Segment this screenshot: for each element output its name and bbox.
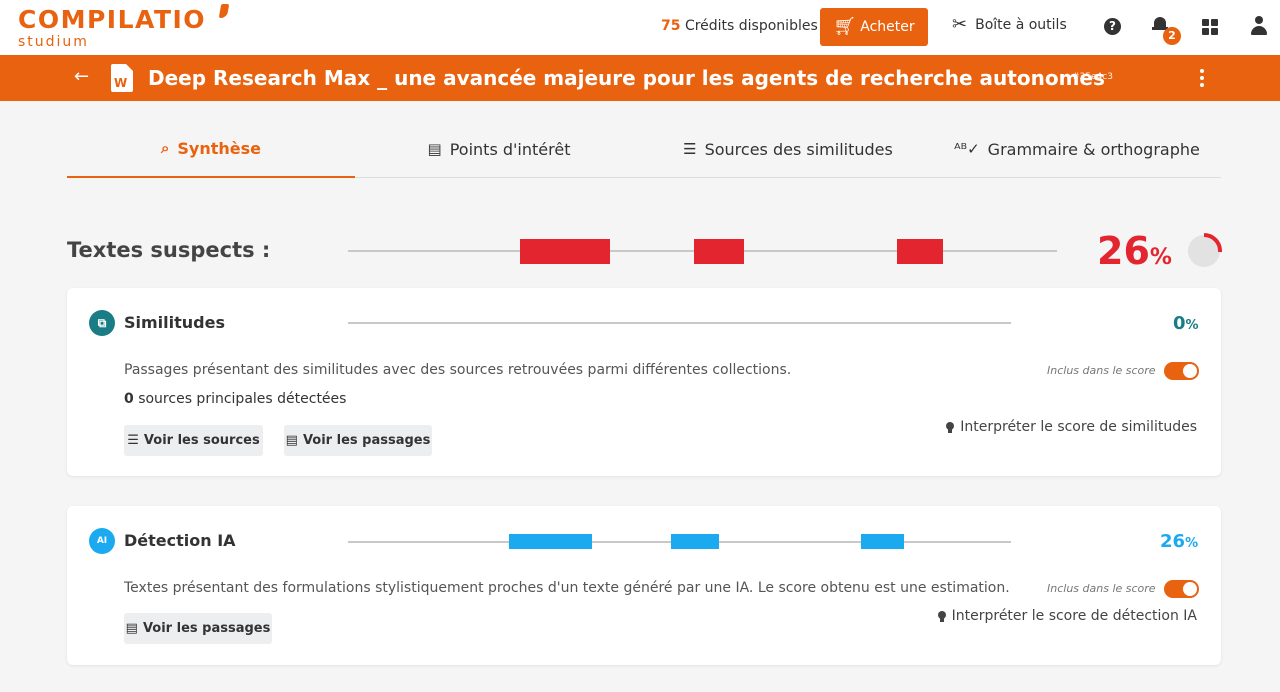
similitudes-score-value: 0: [1173, 313, 1186, 334]
list-icon: ☰: [127, 433, 139, 448]
document-title: Deep Research Max _ une avancée majeure …: [148, 66, 1105, 90]
suspect-segment[interactable]: [694, 239, 744, 264]
suspect-texts-label: Textes suspects :: [67, 238, 271, 262]
sources-count-label: sources principales détectées: [133, 391, 347, 407]
tools-icon: ✂︎: [952, 14, 968, 35]
sources-count-value: 0: [124, 391, 134, 407]
detection-ia-title: Détection IA: [124, 531, 236, 550]
ai-segment[interactable]: [671, 534, 719, 549]
logo-mark: [218, 4, 230, 18]
detection-ia-score-pct: %: [1185, 536, 1199, 551]
ai-segment[interactable]: [509, 534, 592, 549]
cart-icon: 🛒︎: [833, 16, 857, 37]
tab-synthese[interactable]: ⌕ Synthèse: [67, 120, 355, 178]
lightbulb-icon: [937, 610, 946, 622]
similitudes-included-label: Inclus dans le score: [1047, 364, 1156, 377]
detection-ia-description: Textes présentant des formulations styli…: [124, 580, 1010, 596]
tab-grammaire-orthographe[interactable]: ᴬᴮ✓ Grammaire & orthographe: [933, 120, 1221, 178]
buy-button[interactable]: 🛒︎ Acheter: [820, 8, 928, 46]
magnifier-chart-icon: ⌕: [160, 139, 170, 157]
similitudes-score-pct: %: [1185, 318, 1199, 333]
suspect-score-pct: %: [1149, 245, 1172, 270]
similitudes-included-toggle[interactable]: [1164, 362, 1199, 380]
tab-label: Points d'intérêt: [449, 139, 571, 159]
tab-label: Synthèse: [177, 138, 261, 158]
tab-sources-similitudes[interactable]: ☰ Sources des similitudes: [643, 120, 933, 178]
suspect-segment[interactable]: [520, 239, 610, 264]
view-passages-button[interactable]: ▤ Voir les passages: [284, 425, 432, 456]
word-file-letter: W: [114, 76, 128, 90]
top-header: COMPILATIO studium 75 Crédits disponible…: [0, 0, 1280, 55]
compilatio-logo[interactable]: COMPILATIO studium: [18, 4, 230, 50]
notification-badge: 2: [1163, 27, 1181, 45]
similitudes-description: Passages présentant des similitudes avec…: [124, 362, 792, 378]
ai-segment[interactable]: [861, 534, 904, 549]
similitudes-title: Similitudes: [124, 313, 225, 332]
credits-label: Crédits disponibles: [684, 18, 818, 34]
detection-ia-score-value: 26: [1160, 531, 1186, 552]
credits-available: 75 Crédits disponibles: [661, 18, 818, 34]
suspect-segment[interactable]: [897, 239, 943, 264]
logo-main-text: COMPILATIO: [18, 5, 207, 34]
document-search-icon: ▤: [285, 433, 298, 448]
more-options-icon[interactable]: [1200, 69, 1204, 87]
document-search-icon: ▤: [125, 621, 138, 636]
similitudes-sources-count: 0 sources principales détectées: [124, 391, 346, 407]
tab-label: Grammaire & orthographe: [987, 139, 1200, 159]
view-ai-passages-button[interactable]: ▤ Voir les passages: [124, 613, 272, 644]
view-ai-passages-label: Voir les passages: [142, 621, 271, 636]
suspect-score-value: 26: [1097, 229, 1150, 273]
toolbox-button[interactable]: ✂︎ Boîte à outils: [952, 16, 1067, 34]
list-tree-icon: ☰: [683, 140, 697, 158]
document-hash: #35e4c3: [1072, 72, 1113, 82]
word-file-icon: W: [111, 64, 133, 92]
detection-ia-card: AI Détection IA 26% Textes présentant de…: [67, 506, 1221, 665]
apps-grid-icon[interactable]: [1202, 19, 1218, 35]
analysis-tabs: ⌕ Synthèse ▤ Points d'intérêt ☰ Sources …: [67, 120, 1221, 178]
logo-sub-text: studium: [18, 34, 89, 50]
tab-label: Sources des similitudes: [704, 139, 893, 159]
suspect-score: 26%: [1097, 228, 1172, 274]
interpret-similitudes-label: Interpréter le score de similitudes: [960, 419, 1197, 435]
help-icon[interactable]: ?: [1104, 18, 1121, 35]
toolbox-label: Boîte à outils: [975, 17, 1067, 33]
interpret-ai-link[interactable]: Interpréter le score de détection IA: [937, 608, 1197, 624]
similitudes-score: 0%: [1173, 313, 1199, 334]
view-sources-label: Voir les sources: [143, 433, 260, 448]
detection-ia-included-label: Inclus dans le score: [1047, 582, 1156, 595]
similitudes-card: ⧉ Similitudes 0% Passages présentant des…: [67, 288, 1221, 476]
lightbulb-icon: [946, 421, 955, 433]
document-bar: ← W Deep Research Max _ une avancée maje…: [0, 55, 1280, 101]
interpret-ai-label: Interpréter le score de détection IA: [951, 608, 1197, 624]
spellcheck-icon: ᴬᴮ✓: [954, 140, 980, 158]
ai-icon: AI: [89, 528, 115, 554]
detection-ia-included-toggle[interactable]: [1164, 580, 1199, 598]
user-icon[interactable]: [1251, 16, 1267, 36]
credits-count: 75: [661, 18, 681, 34]
document-search-icon: ▤: [427, 140, 442, 158]
similitudes-bar-track: [348, 322, 1011, 324]
tab-points-interet[interactable]: ▤ Points d'intérêt: [355, 120, 643, 178]
score-donut-icon: [1188, 233, 1222, 267]
detection-ia-score: 26%: [1160, 531, 1198, 552]
view-passages-label: Voir les passages: [302, 433, 431, 448]
similitudes-icon: ⧉: [89, 310, 115, 336]
interpret-similitudes-link[interactable]: Interpréter le score de similitudes: [946, 419, 1197, 435]
view-sources-button[interactable]: ☰ Voir les sources: [124, 425, 263, 456]
buy-button-label: Acheter: [860, 19, 915, 35]
back-arrow-icon[interactable]: ←: [74, 66, 89, 88]
